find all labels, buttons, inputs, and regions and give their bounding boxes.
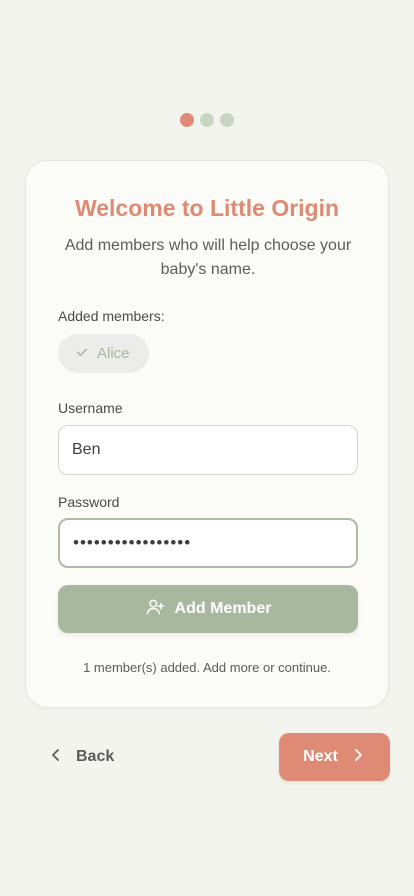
next-button[interactable]: Next [279,733,390,781]
username-input[interactable] [58,425,358,475]
onboarding-page: Welcome to Little Origin Add members who… [0,0,414,896]
member-chip-alice: Alice [58,334,149,373]
added-members-label: Added members: [58,308,165,324]
chevron-right-icon [350,747,366,768]
status-text: 1 member(s) added. Add more or continue. [83,660,331,675]
page-title: Welcome to Little Origin [74,195,340,221]
username-label: Username [58,400,123,416]
add-member-label: Add Member [174,600,272,617]
back-label: Back [76,748,115,765]
next-label: Next [303,748,338,765]
add-member-button[interactable]: Add Member [58,585,358,633]
user-plus-icon [145,597,165,622]
chevron-left-icon [48,747,64,768]
page-subtitle: Add members who will help choose your ba… [64,237,352,278]
check-icon [75,345,89,363]
password-label: Password [58,494,120,510]
member-chip-label: Alice [97,345,130,362]
step-dot-1 [180,113,194,127]
step-dot-3 [220,113,234,127]
back-button[interactable]: Back [48,733,114,781]
step-dot-2 [200,113,214,127]
password-input[interactable] [58,518,358,568]
add-members-card: Welcome to Little Origin Add members who… [25,160,389,708]
step-indicator [0,113,414,127]
